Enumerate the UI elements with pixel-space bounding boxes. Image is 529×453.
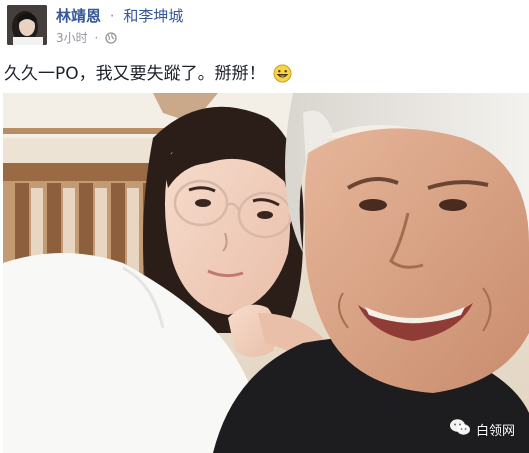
post-photo[interactable]: 白领网 [3,93,529,453]
post-message: 久久一PO，我又要失蹤了。掰掰！ [4,62,292,90]
grinning-face-icon [273,64,292,90]
post-meta: 3小时 · [56,30,117,48]
wechat-icon [449,418,471,440]
post-header: 林靖恩 · 和李坤城 3小时 · [0,0,529,58]
author-name[interactable]: 林靖恩 [56,7,101,25]
watermark-text: 白领网 [475,423,515,439]
meta-separator: · [94,31,99,45]
avatar-image [7,5,47,45]
author-line: 林靖恩 · 和李坤城 [56,6,183,26]
globe-icon[interactable] [105,32,117,48]
post-timestamp[interactable]: 3小时 [56,31,88,45]
tagged-friend[interactable]: 和李坤城 [123,7,183,25]
photo-watermark: 白领网 [449,418,515,440]
avatar[interactable] [7,5,47,45]
with-separator: · [109,7,115,25]
selfie-photo [3,93,529,453]
post-text: 久久一PO，我又要失蹤了。掰掰！ [4,64,266,84]
